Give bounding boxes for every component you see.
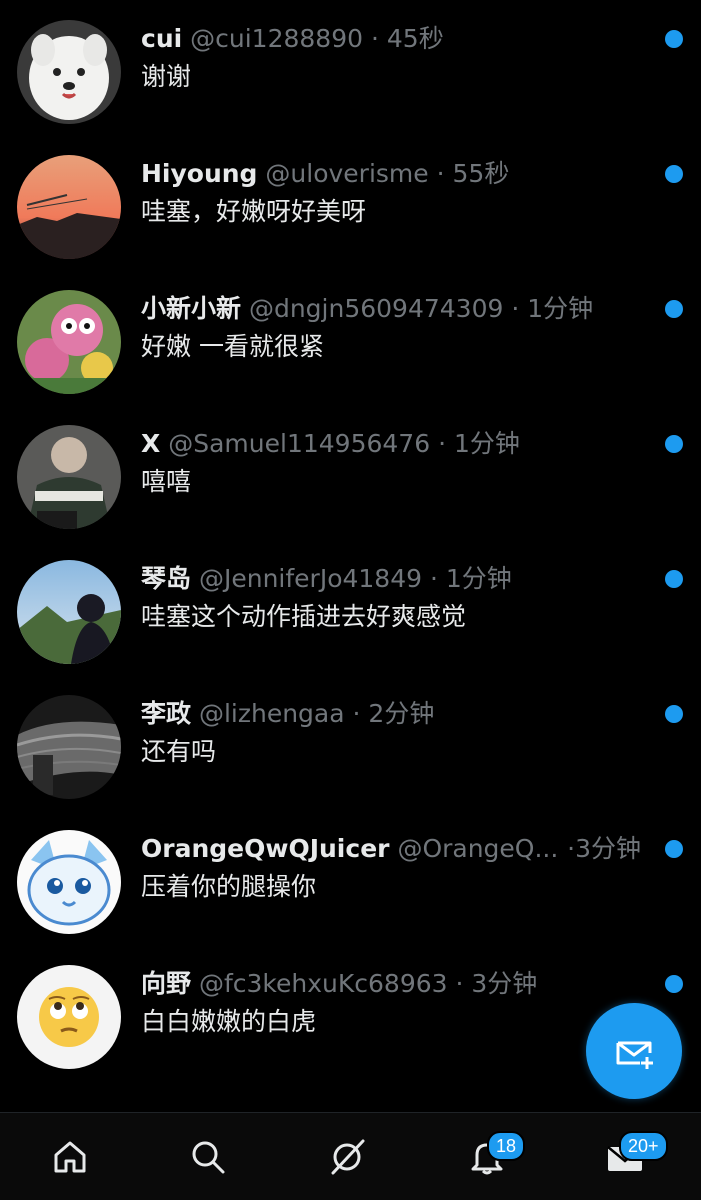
sender-handle: @dngjn5609474309 [248,294,504,323]
sender-name: OrangeQwQJuicer [141,834,390,863]
avatar[interactable] [17,560,121,664]
timestamp: 3分钟 [471,969,538,998]
message-header: 李政 @lizhengaa · 2分钟 [141,697,631,731]
timestamp: 45秒 [386,24,444,53]
sender-handle: @cui1288890 [190,24,364,53]
separator: · [370,24,379,53]
timestamp: 1分钟 [453,429,520,458]
unread-dot [665,570,683,588]
bottom-nav: 18 20+ [0,1112,701,1200]
nav-home[interactable] [30,1113,110,1200]
conversation-item[interactable]: 琴岛 @JenniferJo41849 · 1分钟 哇塞这个动作插进去好爽感觉 [0,550,701,685]
avatar[interactable] [17,425,121,529]
message-preview: 谢谢 [141,62,192,91]
message-header: OrangeQwQJuicer @OrangeQ... ·3分钟 [141,832,641,866]
unread-dot [665,840,683,858]
message-header: cui @cui1288890 · 45秒 [141,22,631,56]
sender-handle: @Samuel114956476 [168,429,431,458]
messages-badge: 20+ [619,1131,668,1161]
sender-name: cui [141,24,183,53]
sender-handle: @JenniferJo41849 [198,564,423,593]
avatar[interactable] [17,290,121,394]
unread-dot [665,435,683,453]
avatar[interactable] [17,155,121,259]
sender-name: X [141,429,161,458]
message-preview: 还有吗 [141,737,217,766]
avatar[interactable] [17,695,121,799]
timestamp: 1分钟 [527,294,594,323]
timestamp: 2分钟 [368,699,435,728]
sender-name: 李政 [141,699,192,728]
message-header: Hiyoung @uloverisme · 55秒 [141,157,631,191]
separator: · [436,159,445,188]
avatar[interactable] [17,20,121,124]
timestamp: 3分钟 [575,834,641,863]
grok-icon [331,1139,365,1174]
sender-handle: @uloverisme [265,159,429,188]
message-header: X @Samuel114956476 · 1分钟 [141,427,631,461]
nav-notifications[interactable]: 18 [447,1113,527,1200]
message-header: 小新小新 @dngjn5609474309 · 1分钟 [141,292,631,326]
new-message-button[interactable] [586,1003,682,1099]
conversation-item[interactable]: OrangeQwQJuicer @OrangeQ... ·3分钟 压着你的腿操你 [0,820,701,955]
message-preview: 好嫩 一看就很紧 [141,332,324,361]
sender-handle: @fc3kehxuKc68963 [198,969,448,998]
message-preview: 哇塞这个动作插进去好爽感觉 [141,602,467,631]
separator: · [429,564,438,593]
home-icon [54,1141,86,1172]
compose-message-icon [616,1041,653,1069]
separator: · [438,429,447,458]
message-header: 琴岛 @JenniferJo41849 · 1分钟 [141,562,631,596]
sender-handle: @OrangeQ... [397,834,559,863]
avatar[interactable] [17,830,121,934]
unread-dot [665,30,683,48]
unread-dot [665,975,683,993]
conversation-item[interactable]: 李政 @lizhengaa · 2分钟 还有吗 [0,685,701,820]
conversation-item[interactable]: X @Samuel114956476 · 1分钟 嘻嘻 [0,415,701,550]
unread-dot [665,165,683,183]
separator: · [455,969,464,998]
sender-name: Hiyoung [141,159,258,188]
separator: · [567,834,576,863]
separator: · [511,294,520,323]
conversation-item[interactable]: Hiyoung @uloverisme · 55秒 哇塞，好嫩呀好美呀 [0,145,701,280]
sender-name: 小新小新 [141,294,242,323]
unread-dot [665,705,683,723]
separator: · [352,699,361,728]
sender-handle: @lizhengaa [198,699,345,728]
conversation-item[interactable]: 小新小新 @dngjn5609474309 · 1分钟 好嫩 一看就很紧 [0,280,701,415]
nav-search[interactable] [168,1113,248,1200]
message-preview: 白白嫩嫩的白虎 [141,1007,317,1036]
timestamp: 1分钟 [445,564,512,593]
sender-name: 琴岛 [141,564,192,593]
unread-dot [665,300,683,318]
message-header: 向野 @fc3kehxuKc68963 · 3分钟 [141,967,631,1001]
nav-messages[interactable]: 20+ [585,1113,668,1200]
avatar[interactable] [17,965,121,1069]
timestamp: 55秒 [452,159,510,188]
message-preview: 嘻嘻 [141,467,192,496]
search-icon [192,1141,225,1173]
notifications-badge: 18 [487,1131,526,1161]
sender-name: 向野 [141,969,192,998]
conversation-item[interactable]: cui @cui1288890 · 45秒 谢谢 [0,10,701,145]
nav-grok[interactable] [307,1113,387,1200]
message-preview: 压着你的腿操你 [141,872,317,901]
message-preview: 哇塞，好嫩呀好美呀 [141,197,367,226]
